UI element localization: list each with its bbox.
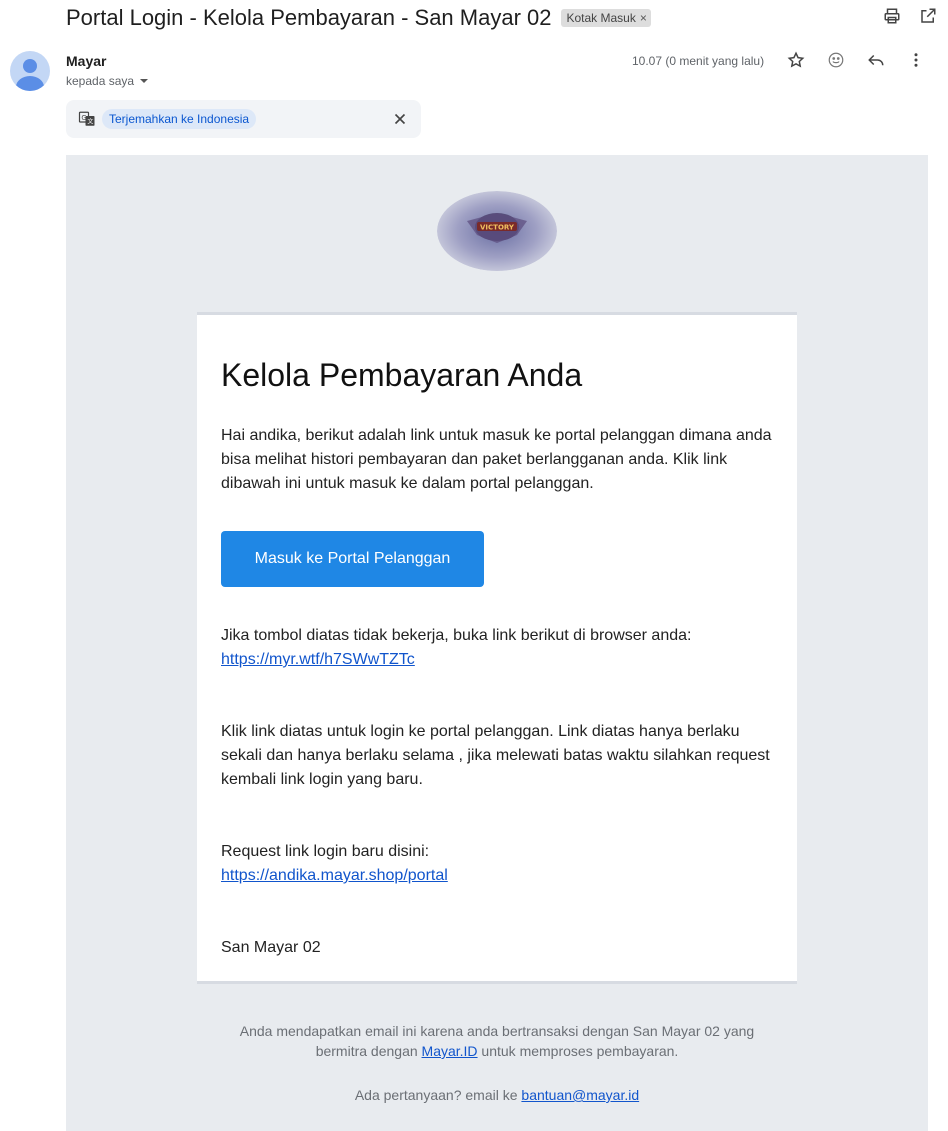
fallback-link[interactable]: https://myr.wtf/h7SWwTZTc [221,651,415,668]
mayar-id-link[interactable]: Mayar.ID [422,1043,478,1059]
recipient-text: kepada saya [66,74,135,88]
subject-row: Portal Login - Kelola Pembayaran - San M… [66,4,651,32]
avatar[interactable] [10,51,50,91]
email-body: VICTORY Kelola Pembayaran Anda Hai andik… [66,155,928,1131]
request-block: Request link login baru disini: https://… [221,840,773,888]
avatar-person-icon [16,59,44,91]
sender-name[interactable]: Mayar [66,53,106,69]
fallback-text: Jika tombol diatas tidak bekerja, buka l… [221,627,692,644]
request-link[interactable]: https://andika.mayar.shop/portal [221,867,448,884]
portal-login-button[interactable]: Masuk ke Portal Pelanggan [221,531,484,587]
footer-contact: Ada pertanyaan? email ke bantuan@mayar.i… [66,1085,928,1105]
more-vert-icon[interactable] [906,50,926,70]
svg-text:VICTORY: VICTORY [480,224,515,232]
star-icon[interactable] [786,50,806,70]
message-actions [786,50,926,70]
inbox-label-text: Kotak Masuk [566,11,636,25]
email-subject: Portal Login - Kelola Pembayaran - San M… [66,5,552,30]
close-icon[interactable] [391,110,409,128]
inbox-label-chip[interactable]: Kotak Masuk × [561,9,651,27]
translate-icon: G 文 [78,111,95,126]
footer-text-2: untuk memproses pembayaran. [477,1043,679,1059]
translate-link[interactable]: Terjemahkan ke Indonesia [102,109,257,129]
support-email-link[interactable]: bantuan@mayar.id [521,1087,639,1103]
footer-disclaimer: Anda mendapatkan email ini karena anda b… [66,1021,928,1061]
brand-logo: VICTORY [437,191,557,271]
email-heading: Kelola Pembayaran Anda [221,357,583,393]
expiry-text: Klik link diatas untuk login ke portal p… [221,723,770,788]
fallback-block: Jika tombol diatas tidak bekerja, buka l… [221,624,773,672]
emoji-icon[interactable] [826,50,846,70]
recipient-line[interactable]: kepada saya [66,74,150,88]
chevron-down-icon[interactable] [138,75,150,87]
message-time: 10.07 (0 menit yang lalu) [632,54,765,68]
print-icon[interactable] [882,6,902,26]
top-toolbar [882,6,938,26]
remove-label-button[interactable]: × [640,11,647,25]
email-card: Kelola Pembayaran Anda Hai andika, berik… [197,312,797,984]
open-in-new-window-icon[interactable] [918,6,938,26]
intro-text: Hai andika, berikut adalah link untuk ma… [221,427,772,492]
translate-bar: G 文 Terjemahkan ke Indonesia [66,100,421,138]
request-text: Request link login baru disini: [221,843,430,860]
svg-text:文: 文 [87,118,93,126]
footer-question: Ada pertanyaan? email ke [354,1087,522,1103]
reply-icon[interactable] [866,50,886,70]
signature: San Mayar 02 [221,939,321,956]
